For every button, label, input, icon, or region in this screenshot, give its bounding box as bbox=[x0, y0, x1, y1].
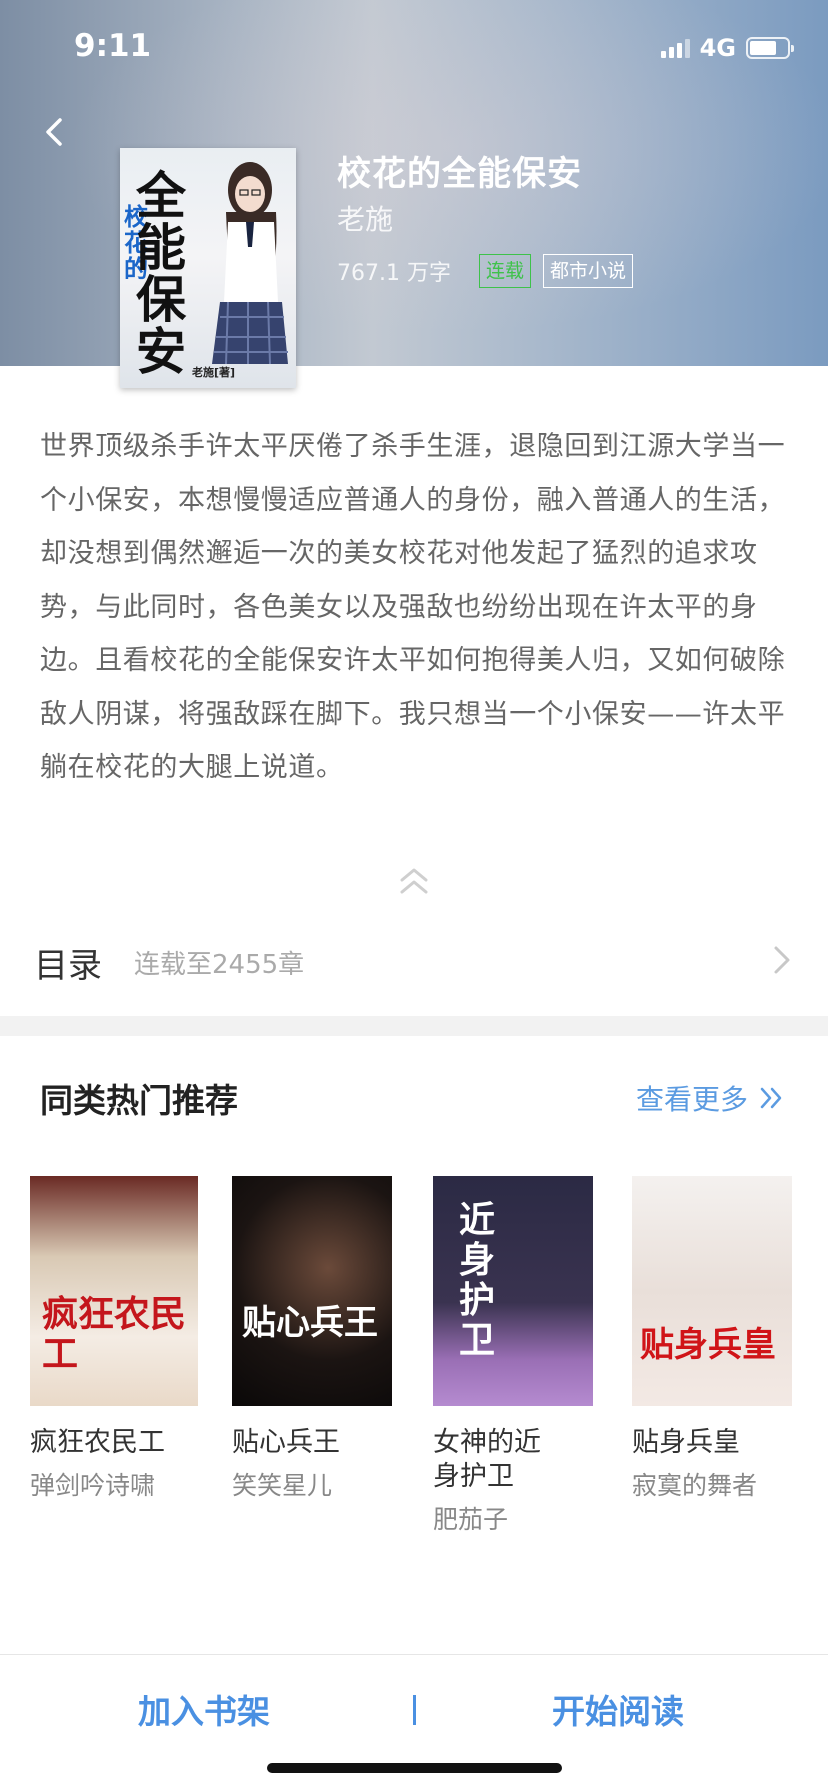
recommend-list: 疯狂农民工 疯狂农民工 弹剑吟诗啸 贴心兵王 贴心兵王 笑笑星儿 近身护卫 女神… bbox=[0, 1176, 828, 1556]
recommend-book-4[interactable]: 贴身兵皇 贴身兵皇 寂寞的舞者 bbox=[632, 1176, 802, 1502]
collapse-chevron-icon[interactable] bbox=[396, 866, 432, 896]
toc-progress: 连载至2455章 bbox=[134, 950, 305, 980]
recommend-book-author: 肥茄子 bbox=[433, 1505, 509, 1534]
cover-title-text: 疯狂农民工 bbox=[42, 1293, 187, 1375]
status-badge: 连载 bbox=[478, 254, 531, 288]
recommend-title: 同类热门推荐 bbox=[40, 1081, 238, 1120]
network-label: 4G bbox=[699, 34, 736, 62]
cover-title-text: 近身护卫 bbox=[459, 1199, 496, 1361]
back-arrow-icon[interactable] bbox=[40, 112, 70, 152]
cover-title-big: 全能保安 bbox=[136, 166, 186, 381]
recommend-book-author: 笑笑星儿 bbox=[232, 1471, 333, 1500]
bottom-action-bar: 加入书架 开始阅读 bbox=[0, 1654, 828, 1792]
recommend-book-2[interactable]: 贴心兵王 贴心兵王 笑笑星儿 bbox=[232, 1176, 402, 1502]
see-more-link[interactable]: 查看更多 bbox=[636, 1078, 784, 1118]
recommend-cover: 贴身兵皇 bbox=[632, 1176, 792, 1406]
recommend-cover: 贴心兵王 bbox=[232, 1176, 392, 1406]
battery-icon bbox=[746, 37, 794, 59]
chevron-right-icon bbox=[774, 946, 790, 974]
recommend-cover: 近身护卫 bbox=[433, 1176, 593, 1406]
recommend-book-name: 疯狂农民工 bbox=[30, 1427, 165, 1458]
see-more-label: 查看更多 bbox=[635, 1083, 748, 1116]
cover-title-text: 贴心兵王 bbox=[242, 1303, 378, 1343]
book-cover: 校花的 全能保安 老施[著] bbox=[120, 148, 296, 388]
synopsis-text: 世界顶级杀手许太平厌倦了杀手生涯，退隐回到江源大学当一个小保安，本想慢慢适应普通… bbox=[40, 431, 786, 783]
toc-label: 目录 bbox=[34, 946, 102, 986]
recommend-book-name: 贴心兵王 bbox=[232, 1427, 340, 1458]
recommend-cover: 疯狂农民工 bbox=[30, 1176, 198, 1406]
double-chevron-right-icon bbox=[760, 1087, 782, 1109]
toc-row[interactable]: 目录 连载至2455章 bbox=[0, 920, 828, 1008]
genre-badge[interactable]: 都市小说 bbox=[543, 254, 634, 288]
recommend-book-author: 弹剑吟诗啸 bbox=[30, 1471, 156, 1500]
signal-icon bbox=[660, 38, 690, 58]
book-author[interactable]: 老施 bbox=[337, 198, 393, 238]
recommend-book-3[interactable]: 近身护卫 女神的近身护卫 肥茄子 bbox=[433, 1176, 603, 1536]
status-time: 9:11 bbox=[74, 28, 152, 64]
add-to-shelf-button[interactable]: 加入书架 bbox=[138, 1685, 270, 1733]
recommend-book-author: 寂寞的舞者 bbox=[632, 1471, 758, 1500]
recommend-book-1[interactable]: 疯狂农民工 疯狂农民工 弹剑吟诗啸 bbox=[30, 1176, 200, 1502]
recommend-book-name: 女神的近身护卫 bbox=[433, 1427, 541, 1492]
status-indicators: 4G bbox=[660, 34, 794, 62]
start-reading-button[interactable]: 开始阅读 bbox=[552, 1685, 684, 1733]
recommend-book-name: 贴身兵皇 bbox=[632, 1427, 740, 1458]
home-indicator[interactable] bbox=[267, 1763, 562, 1773]
book-meta: 767.1 万字 连载 都市小说 bbox=[337, 254, 645, 288]
button-separator bbox=[413, 1695, 416, 1725]
cover-author-mark: 老施[著] bbox=[192, 366, 236, 379]
book-title: 校花的全能保安 bbox=[337, 154, 582, 194]
section-divider bbox=[0, 1016, 828, 1036]
word-count: 767.1 万字 bbox=[337, 261, 451, 286]
cover-title-text: 贴身兵皇 bbox=[640, 1325, 776, 1365]
cover-illustration bbox=[212, 162, 288, 365]
